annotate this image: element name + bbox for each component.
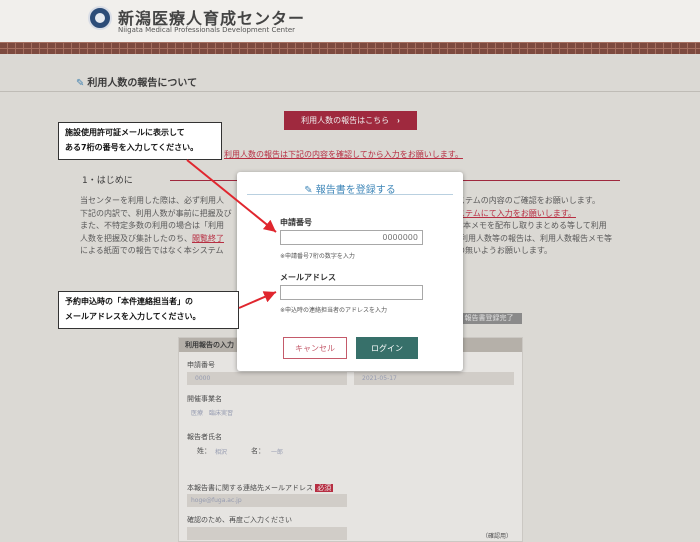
arrow-to-email [238, 291, 277, 309]
arrow-to-app-no [186, 159, 277, 233]
annotation-arrows [186, 159, 277, 309]
